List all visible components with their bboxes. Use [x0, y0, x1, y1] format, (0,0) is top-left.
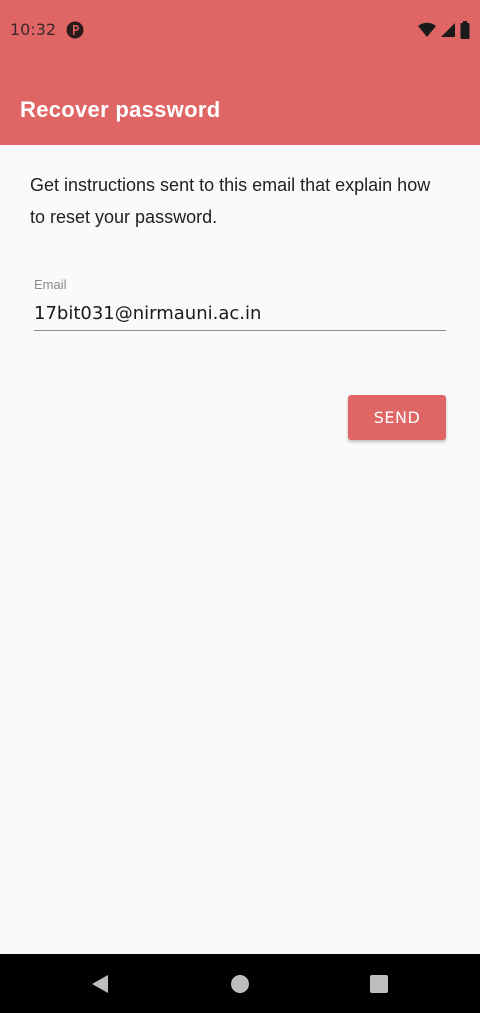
system-nav-bar — [0, 954, 480, 1013]
home-icon[interactable] — [229, 973, 251, 995]
status-bar: 10:32 — [0, 0, 480, 60]
wifi-icon — [418, 22, 436, 37]
status-icons — [418, 21, 470, 39]
send-button[interactable]: SEND — [348, 395, 446, 440]
recover-form: Get instructions sent to this email that… — [0, 145, 480, 954]
status-time: 10:32 — [10, 20, 57, 39]
app-notification-icon — [66, 21, 84, 39]
recents-icon[interactable] — [368, 973, 390, 995]
email-field[interactable] — [34, 301, 446, 331]
app-bar: Recover password — [0, 60, 480, 145]
instructions-text: Get instructions sent to this email that… — [30, 175, 431, 227]
page-title: Recover password — [20, 97, 221, 122]
signal-icon — [441, 23, 455, 37]
email-label: Email — [34, 277, 67, 292]
back-icon[interactable] — [89, 973, 111, 995]
battery-icon — [460, 21, 470, 39]
